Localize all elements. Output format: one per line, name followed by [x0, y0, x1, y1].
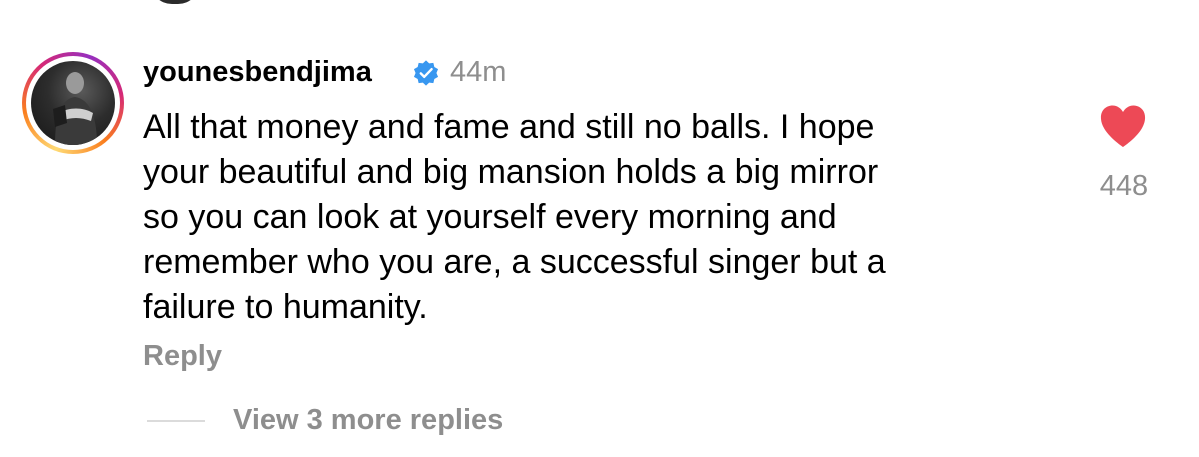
comment-text-line: so you can look at yourself every mornin… [143, 198, 837, 236]
comment-text-line: failure to humanity. [143, 288, 428, 326]
previous-comment-avatar [150, 0, 200, 4]
avatar-person-silhouette [53, 72, 97, 145]
heart-filled-icon[interactable] [1099, 104, 1147, 148]
comment-text: All that money and fame and still no bal… [143, 105, 1023, 330]
comment-timestamp: 44m [450, 56, 507, 88]
comment-text-line: your beautiful and big mansion holds a b… [143, 153, 879, 191]
avatar-photo [31, 61, 115, 145]
verified-badge-icon [413, 60, 439, 86]
comment-text-line: All that money and fame and still no bal… [143, 108, 875, 146]
replies-thread-line [147, 420, 205, 422]
avatar[interactable] [22, 52, 124, 154]
avatar-story-gap [26, 56, 120, 150]
view-more-replies-button[interactable]: View 3 more replies [233, 400, 503, 440]
username[interactable]: younesbendjima [143, 52, 372, 92]
like-count: 448 [1099, 170, 1149, 202]
reply-button[interactable]: Reply [143, 336, 222, 376]
comment-text-line: remember who you are, a successful singe… [143, 243, 886, 281]
